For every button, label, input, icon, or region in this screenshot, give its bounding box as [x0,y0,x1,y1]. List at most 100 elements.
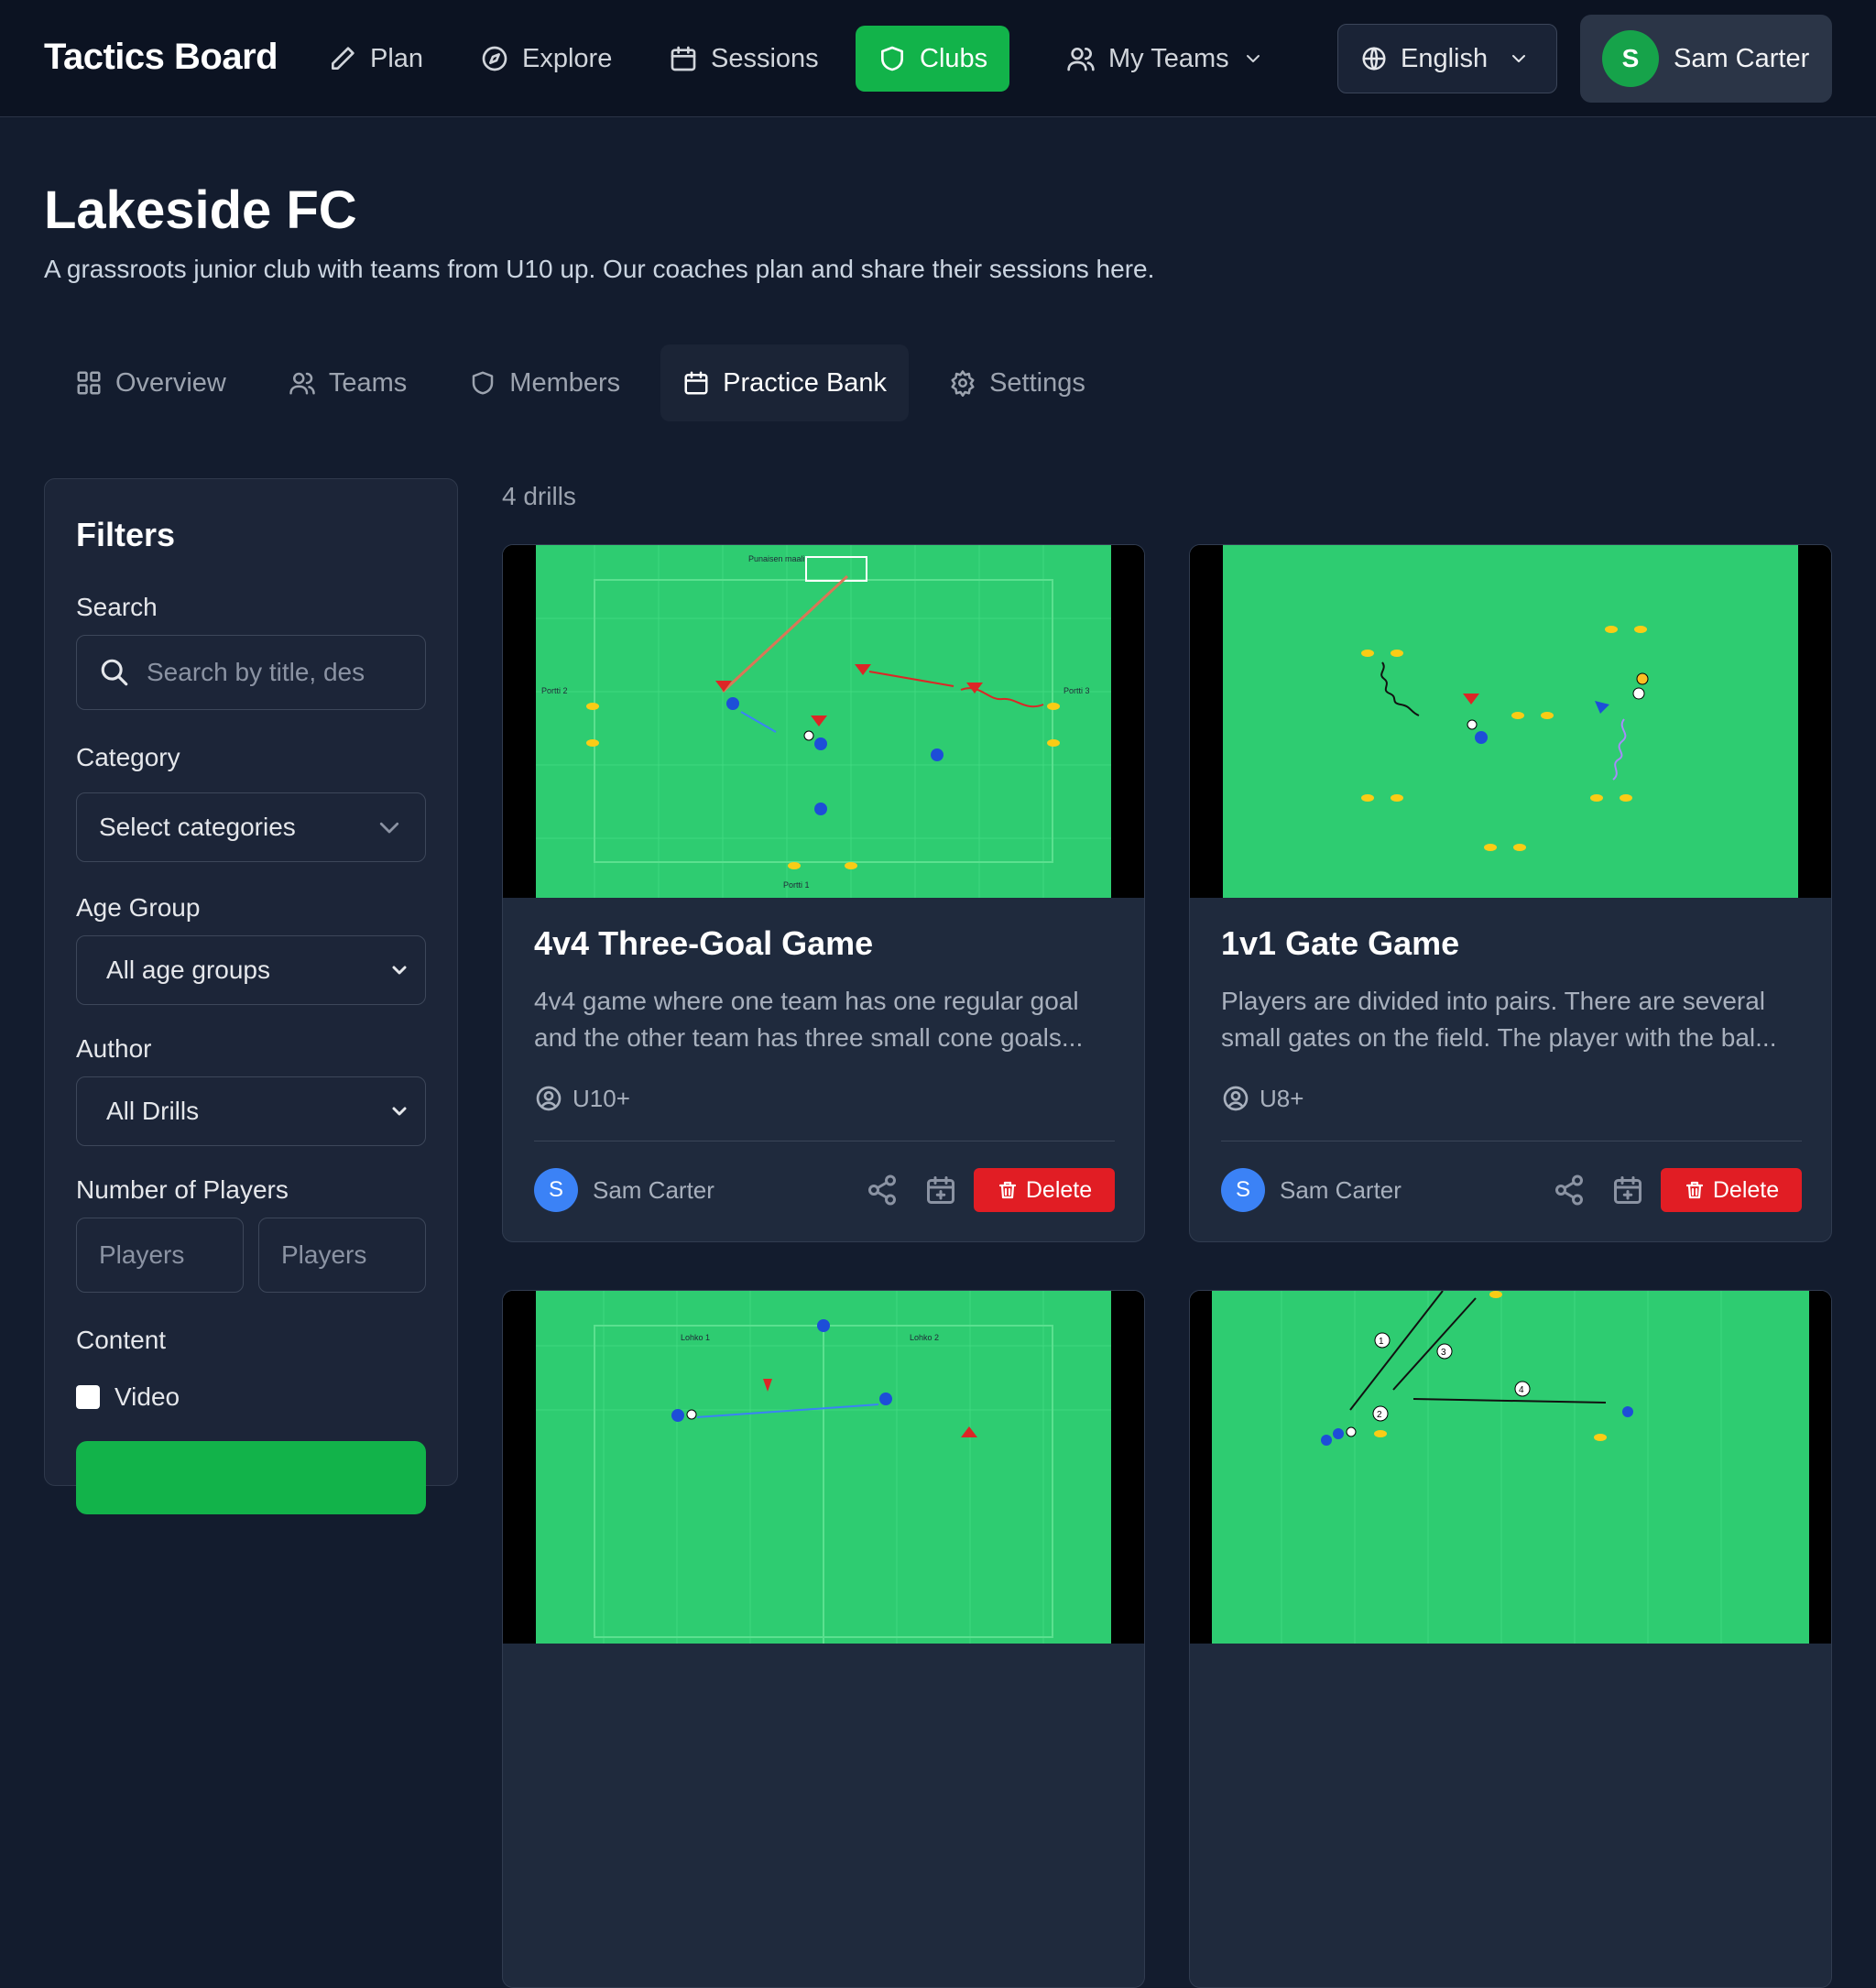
age-group-label: Age Group [76,893,201,922]
club-description: A grassroots junior club with teams from… [44,255,1155,283]
drill-thumbnail[interactable]: 1 3 4 2 [1190,1291,1831,1644]
user-menu[interactable]: S Sam Carter [1580,15,1832,103]
nav-plan-label: Plan [370,43,424,73]
players-min-placeholder: Players [99,1240,185,1269]
author-label: Author [76,1034,152,1063]
age-value: U8+ [1260,1084,1304,1112]
category-select[interactable]: Select categories [76,792,426,862]
nav-my-teams-label: My Teams [1108,43,1229,73]
field-label: Lohko 1 [681,1333,710,1342]
app-logo[interactable]: Tactics Board [44,37,278,78]
blue-player [1333,1428,1344,1439]
drill-title[interactable]: 1v1 Gate Game [1221,924,1459,963]
filters-title: Filters [76,516,176,553]
language-selector[interactable]: English [1337,24,1557,93]
video-checkbox[interactable]: Video [76,1382,180,1412]
checkbox-box[interactable] [76,1385,100,1409]
players-max-input[interactable]: Players [258,1218,426,1293]
chevron-down-icon [392,1107,407,1116]
tab-members[interactable]: Members [447,344,642,421]
drill-thumbnail[interactable]: Punaisen maali Portti 2 Portti 3 Portti … [503,545,1144,898]
player-marker [1636,672,1649,685]
blue-player [671,1409,684,1422]
delete-label: Delete [1025,1176,1093,1203]
player-number: 1 [1379,1337,1384,1347]
delete-label: Delete [1712,1176,1780,1203]
add-to-session-button[interactable] [924,1174,957,1207]
share-button[interactable] [866,1174,899,1207]
tab-settings[interactable]: Settings [927,344,1107,421]
pitch-diagram: Punaisen maali Portti 2 Portti 3 Portti … [503,545,1144,898]
age-group-value: All age groups [106,956,271,984]
avatar: S [1221,1168,1265,1212]
share-icon [1555,1174,1583,1206]
ball-icon [1346,1426,1357,1437]
author-name: Sam Carter [1280,1175,1402,1204]
drill-card[interactable]: Punaisen maali Portti 2 Portti 3 Portti … [502,544,1145,1242]
shield-icon [881,46,903,71]
ball-icon [686,1409,697,1420]
top-navigation: Tactics Board Plan Explore Sessions Club… [0,0,1876,117]
player-number: 3 [1441,1348,1446,1358]
users-icon [1067,48,1095,71]
pitch-diagram: Lohko 1 Lohko 2 [503,1291,1144,1644]
drill-card[interactable]: 1 3 4 2 [1189,1290,1832,1988]
player-number: 2 [1377,1410,1382,1420]
pitch-diagram: 1 3 4 2 [1190,1291,1831,1644]
players-min-input[interactable]: Players [76,1218,244,1293]
delete-button[interactable]: Delete [974,1168,1115,1212]
field-label: Portti 2 [541,686,568,695]
page-title: Lakeside FC [44,180,357,240]
apply-filters-button[interactable] [76,1441,426,1514]
add-to-session-button[interactable] [1611,1174,1644,1207]
delete-button[interactable]: Delete [1661,1168,1802,1212]
nav-plan[interactable]: Plan [328,26,423,92]
tab-overview-label: Overview [115,367,226,398]
age-badge: U10+ [534,1084,630,1113]
nav-clubs-label: Clubs [920,43,988,73]
author-select[interactable]: All Drills [76,1076,426,1146]
share-icon [868,1174,896,1206]
club-tabs: Overview Teams Members Practice Bank Set… [53,344,1107,421]
field-label: Portti 3 [1063,686,1090,695]
author-info: S Sam Carter [534,1168,714,1212]
nav-explore-label: Explore [522,43,613,73]
player-number: 4 [1519,1385,1524,1395]
avatar: S [534,1168,578,1212]
nav-sessions-label: Sessions [711,43,819,73]
content-label: Content [76,1326,167,1354]
compass-icon [482,46,507,71]
avatar: S [1602,30,1659,87]
search-input[interactable]: Search by title, des [76,635,426,710]
field-label: Punaisen maali [748,554,805,563]
chevron-down-icon [1246,55,1260,62]
author-info: S Sam Carter [1221,1168,1402,1212]
age-group-select[interactable]: All age groups [76,935,426,1005]
share-button[interactable] [1553,1174,1586,1207]
language-label: English [1401,43,1489,73]
author-name: Sam Carter [593,1175,714,1204]
drill-description: 4v4 game where one team has one regular … [534,987,1084,1052]
nav-my-teams[interactable]: My Teams [1066,26,1264,92]
tab-teams-label: Teams [328,367,408,398]
tab-overview[interactable]: Overview [53,344,248,421]
filters-panel: Filters Search Search by title, des Cate… [44,478,458,1514]
nav-explore[interactable]: Explore [480,26,612,92]
drill-title[interactable]: 4v4 Three-Goal Game [534,924,873,963]
drill-card[interactable]: 1v1 Gate Game Players are divided into p… [1189,544,1832,1242]
calendar-icon [684,371,708,395]
users-icon [289,372,315,395]
blue-player [1321,1435,1332,1446]
field-label: Lohko 2 [910,1333,939,1342]
tab-teams[interactable]: Teams [267,344,429,421]
user-name: Sam Carter [1674,43,1810,73]
tab-practice-bank[interactable]: Practice Bank [660,344,910,421]
field-label: Portti 1 [783,880,810,890]
user-circle-icon [536,1086,562,1111]
drill-card[interactable]: Lohko 1 Lohko 2 [502,1290,1145,1988]
nav-clubs[interactable]: Clubs [856,26,1010,92]
drill-thumbnail[interactable]: Lohko 1 Lohko 2 [503,1291,1144,1644]
calendar-plus-icon [1614,1176,1642,1204]
nav-sessions[interactable]: Sessions [669,26,819,92]
drill-thumbnail[interactable] [1190,545,1831,898]
